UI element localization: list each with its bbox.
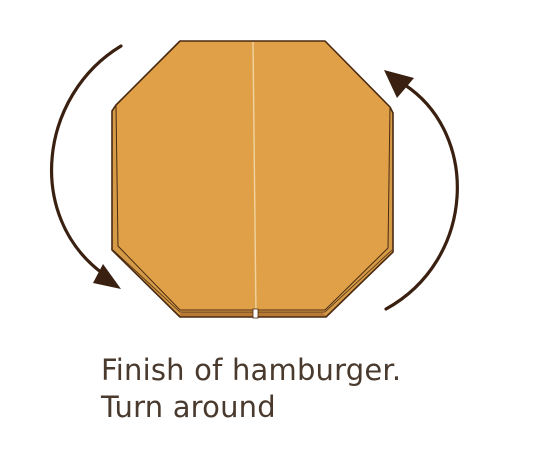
diagram-canvas: Finish of hamburger. Turn around <box>0 0 535 458</box>
curved-arrow-counterclockwise-icon <box>49 44 123 289</box>
bottom-seam-mark <box>252 308 259 319</box>
curved-arrow-clockwise-icon <box>384 70 459 311</box>
caption-line-1: Finish of hamburger. <box>101 353 402 387</box>
octagon-model <box>111 40 394 319</box>
caption: Finish of hamburger. Turn around <box>101 352 401 426</box>
caption-line-2: Turn around <box>101 390 276 424</box>
